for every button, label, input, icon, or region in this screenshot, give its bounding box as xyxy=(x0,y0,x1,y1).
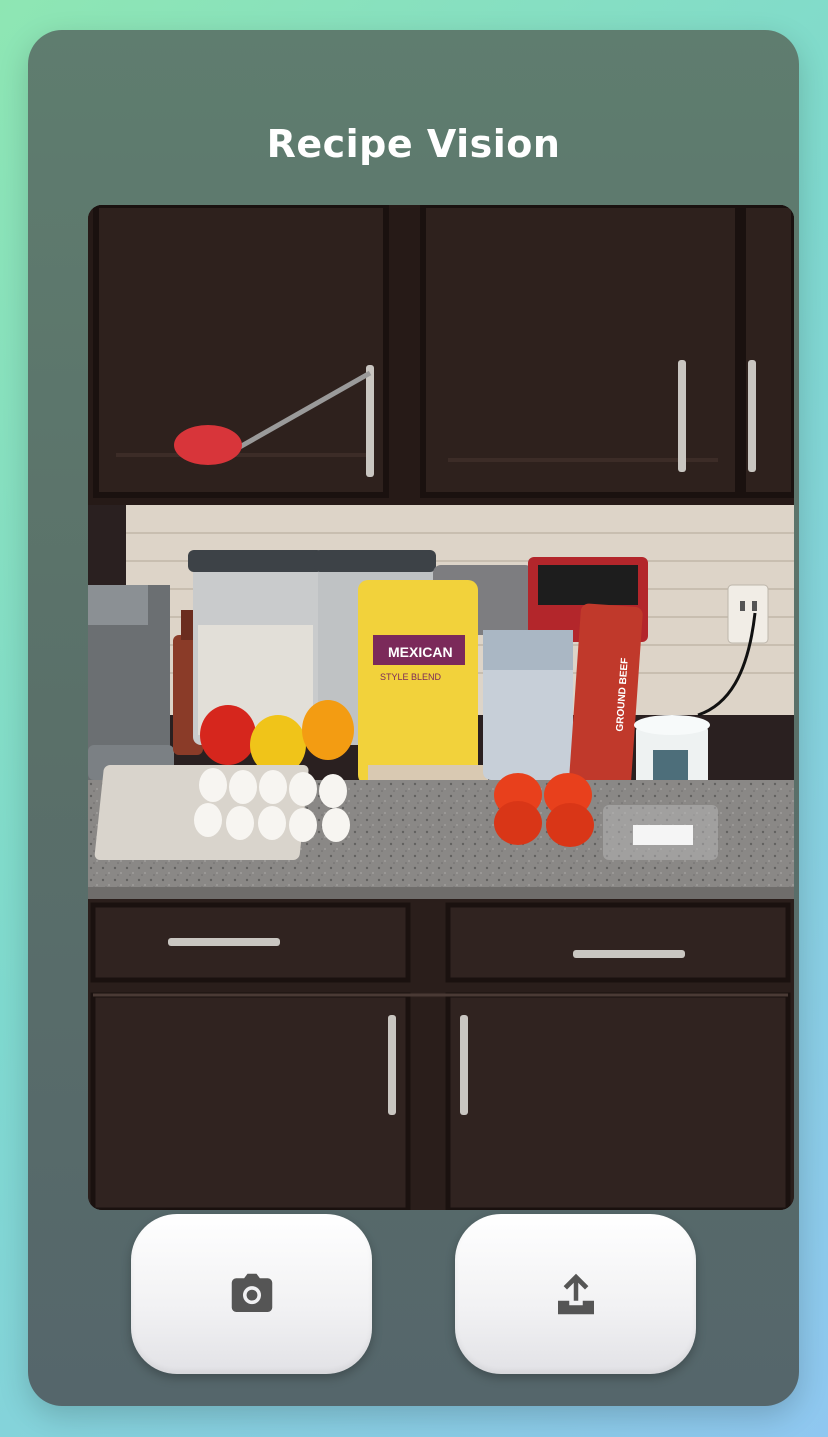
cheese-label: MEXICAN xyxy=(388,644,453,660)
ingredients-photo: MEXICAN STYLE BLEND GROUND BEEF xyxy=(88,205,794,1210)
app-title: Recipe Vision xyxy=(266,122,561,166)
app-card: Recipe Vision MEXICAN STYLE BLEND GROUND… xyxy=(28,30,799,1406)
camera-button[interactable] xyxy=(131,1214,372,1374)
cheese-sublabel: STYLE BLEND xyxy=(380,672,442,682)
camera-icon xyxy=(231,1273,272,1312)
upload-button[interactable] xyxy=(455,1214,696,1374)
upload-icon xyxy=(557,1273,594,1315)
